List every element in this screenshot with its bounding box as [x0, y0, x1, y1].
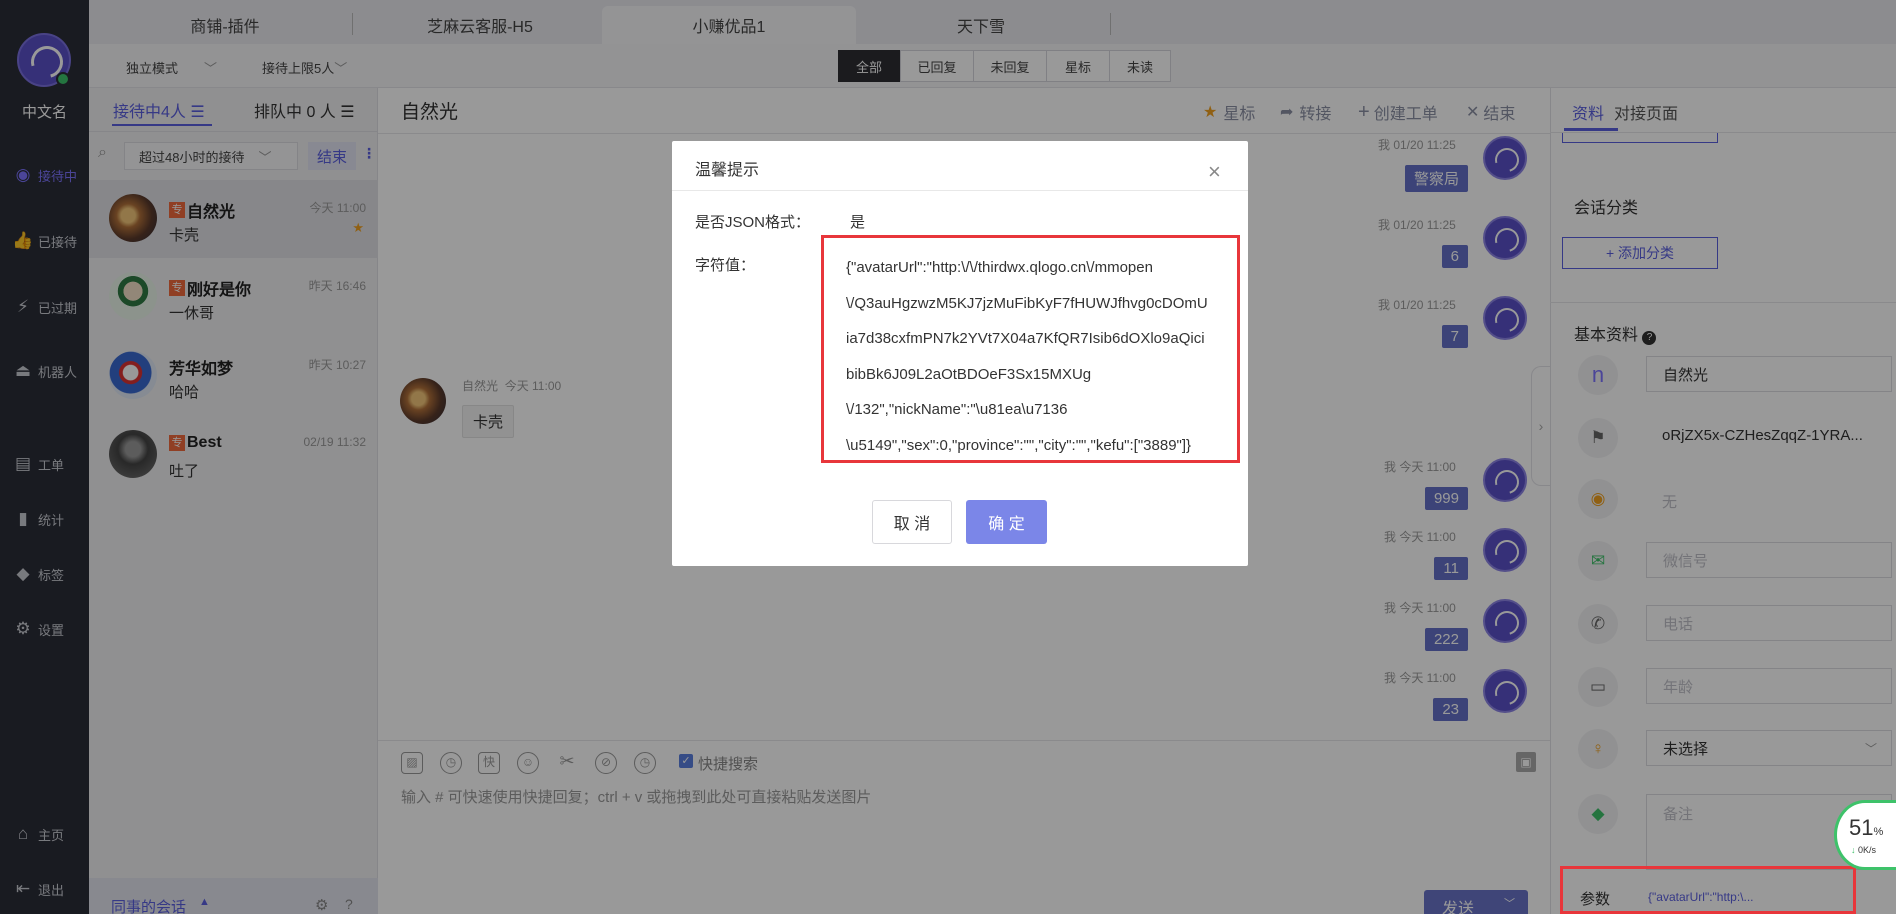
json-format-value: 是	[850, 214, 866, 231]
speed-rate: ↓ 0K/s	[1851, 845, 1876, 855]
string-line: {"avatarUrl":"http:\/\/thirdwx.qlogo.cn\…	[846, 259, 1153, 276]
string-line: \u5149","sex":0,"province":"","city":"",…	[846, 436, 1192, 454]
cancel-button[interactable]: 取 消	[872, 500, 952, 544]
percent-sign: %	[1873, 826, 1884, 838]
speed-percent-value: 51	[1849, 815, 1874, 840]
speed-percent: 51%	[1849, 815, 1883, 841]
arrow-down-icon: ↓	[1851, 845, 1856, 855]
divider	[672, 190, 1248, 191]
string-line: \/Q3auHgzwzM5KJ7jzMuFibKyF7fHUWJfhvg0cDO…	[846, 294, 1208, 312]
dialog-title: 温馨提示	[695, 162, 760, 179]
network-speed-widget[interactable]: 51% ↓ 0K/s	[1834, 800, 1896, 870]
string-line: ia7d38cxfmPN7k2YVt7X04a7KfQR7Isib6dOXlo9…	[846, 330, 1205, 347]
param-highlight-box	[1560, 866, 1856, 914]
json-format-label: 是否JSON格式：	[695, 214, 811, 231]
close-icon[interactable]: ×	[1208, 161, 1221, 183]
notice-dialog: 温馨提示 × 是否JSON格式： 是 字符值： {"avatarUrl":"ht…	[672, 141, 1248, 566]
string-line: bibBk6J09L2aOtBDOeF3Sx15MXUg	[846, 365, 1092, 383]
string-value-label: 字符值：	[695, 257, 756, 274]
confirm-button[interactable]: 确 定	[966, 500, 1047, 544]
speed-rate-value: 0K/s	[1858, 845, 1877, 855]
string-line: \/132","nickName":"\u81ea\u7136	[846, 401, 1068, 418]
string-value-box: {"avatarUrl":"http:\/\/thirdwx.qlogo.cn\…	[821, 235, 1240, 463]
